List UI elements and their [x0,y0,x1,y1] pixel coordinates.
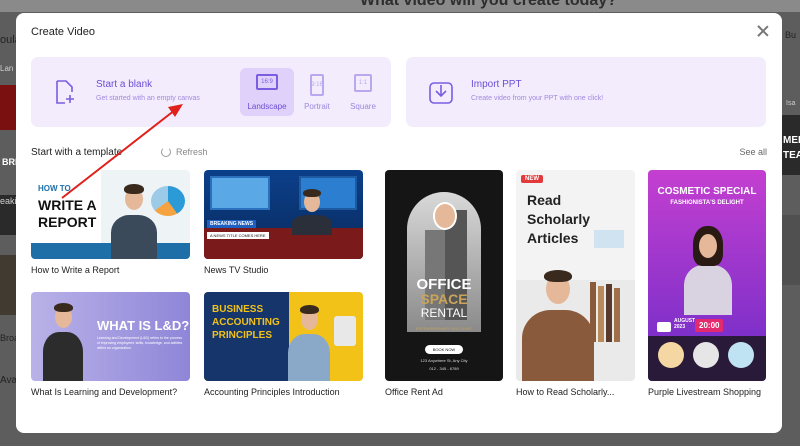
thumb-text: BOOK NOW [425,345,463,354]
import-ppt-card[interactable]: Import PPT Create video from your PPT wi… [406,57,766,127]
thumb-text: Read [527,192,562,208]
portrait-icon: 9:16 [310,74,324,96]
template-caption: News TV Studio [204,265,269,275]
thumb-text: 123 Anywhere St, Any City [420,358,468,363]
template-caption: How to Write a Report [31,265,120,275]
template-caption: Accounting Principles Introduction [204,387,340,397]
template-section-title: Start with a template [31,147,123,158]
thumb-text: ACCOUNTING [212,317,280,328]
refresh-button[interactable]: Refresh [161,147,208,157]
landscape-icon: 16:9 [256,74,278,90]
template-caption: What Is Learning and Development? [31,387,178,397]
template-card-accounting[interactable]: BUSINESS ACCOUNTING PRINCIPLES Accountin… [204,292,363,407]
thumb-text: BUSINESS [212,304,264,315]
thumb-text: EXTRAORDINARY DISCOUNT [415,326,473,331]
backdrop-thumb [782,215,800,285]
template-card-scholarly[interactable]: NEW Read Scholarly Articles How to Read … [516,170,635,402]
template-thumbnail: COSMETIC SPECIAL FASHIONISTA'S DELIGHT A… [648,170,766,381]
template-caption: How to Read Scholarly... [516,387,615,397]
thumb-text: WHAT IS L&D? [97,318,190,333]
template-card-learning-development[interactable]: WHAT IS L&D? Learning and Development (L… [31,292,190,407]
template-thumbnail: WHAT IS L&D? Learning and Development (L… [31,292,190,381]
start-blank-title: Start a blank [96,79,153,90]
template-caption: Purple Livestream Shopping [648,387,762,397]
create-video-modal: Create Video Start a blank Get started w… [16,13,782,433]
start-blank-card[interactable]: Start a blank Get started with an empty … [31,57,391,127]
template-thumbnail: NEW Read Scholarly Articles [516,170,635,381]
backdrop-label: Bu [785,30,797,40]
start-blank-subtitle: Get started with an empty canvas [96,95,200,102]
backdrop-label: Isa [786,100,796,107]
backdrop-label: MEE [783,135,800,146]
backdrop-label: Ava [0,375,18,386]
template-card-office-rent[interactable]: OFFICE SPACE RENTAL EXTRAORDINARY DISCOU… [385,170,503,402]
thumb-text: A NEWS TITLE COMES HERE [207,232,269,239]
thumb-text: SPACE [420,291,468,307]
backdrop-thumb [0,255,16,315]
square-label: Square [350,102,376,111]
template-caption: Office Rent Ad [385,387,443,397]
backdrop-label: eaki [0,196,17,206]
new-badge: NEW [521,175,543,183]
template-card-news-studio[interactable]: BREAKING NEWS A NEWS TITLE COMES HERE Ne… [204,170,363,280]
thumb-text: WRITE A [38,197,97,213]
thumb-text: Learning and Development (L&D) refers to… [97,336,183,350]
thumb-text: COSMETIC SPECIAL [657,186,757,197]
backdrop-headline: What video will you create today? [360,0,617,9]
new-file-icon [56,80,74,104]
thumb-text: Scholarly [527,211,591,227]
thumb-text: HOW TO [38,184,71,193]
backdrop-label: TEA [783,150,800,161]
template-thumbnail: BREAKING NEWS A NEWS TITLE COMES HERE [204,170,363,259]
template-thumbnail: BUSINESS ACCOUNTING PRINCIPLES [204,292,363,381]
thumb-text: FASHIONISTA'S DELIGHT [670,200,744,206]
thumb-text: 012 - 345 - 6789 [429,366,459,371]
template-thumbnail: OFFICE SPACE RENTAL EXTRAORDINARY DISCOU… [385,170,503,381]
square-icon: 1:1 [354,74,372,92]
modal-title: Create Video [31,26,96,38]
backdrop-label: Lan [0,64,14,73]
thumb-text: AUGUST 2023 [674,318,696,330]
thumb-text: Articles [527,230,579,246]
refresh-icon [161,147,171,157]
thumb-text: RENTAL [420,306,468,320]
square-option[interactable]: 1:1 Square [336,68,390,116]
landscape-label: Landscape [247,102,287,111]
thumb-text: REPORT [38,214,97,230]
thumb-text: BREAKING NEWS [207,220,257,228]
see-all-link[interactable]: See all [739,147,767,157]
backdrop-thumb [0,85,16,130]
template-card-write-report[interactable]: HOW TO WRITE A REPORT How to Write a Rep… [31,170,190,280]
import-ppt-subtitle: Create video from your PPT with one clic… [471,95,604,102]
thumb-text: 20:00 [695,319,724,332]
template-thumbnail: HOW TO WRITE A REPORT [31,170,190,259]
import-icon [429,82,453,104]
close-icon[interactable] [756,24,770,38]
import-ppt-title: Import PPT [471,79,522,90]
landscape-option[interactable]: 16:9 Landscape [240,68,294,116]
thumb-text: PRINCIPLES [212,330,273,341]
refresh-label: Refresh [176,147,208,157]
template-card-purple-livestream[interactable]: COSMETIC SPECIAL FASHIONISTA'S DELIGHT A… [648,170,766,402]
